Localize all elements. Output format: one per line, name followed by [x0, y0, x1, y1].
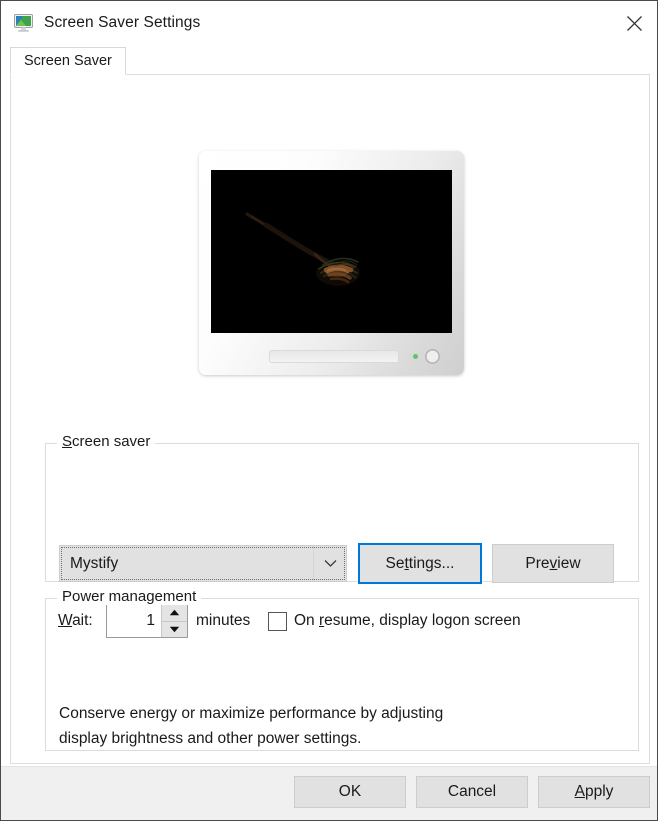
- screensaver-select-value: Mystify: [70, 554, 119, 572]
- tab-screen-saver[interactable]: Screen Saver: [10, 47, 126, 75]
- power-management-group-label: Power management: [57, 588, 202, 605]
- monitor-power-button-icon: [425, 349, 440, 364]
- preview-button-pre: Pre: [525, 554, 550, 572]
- tab-label: Screen Saver: [24, 53, 112, 69]
- screen-saver-group-label-accel: S: [62, 433, 73, 450]
- apply-button-post: pply: [584, 783, 614, 800]
- ok-button[interactable]: OK: [294, 776, 406, 808]
- apply-button-accel: A: [574, 783, 585, 800]
- settings-button-pre: Se: [385, 554, 405, 572]
- screensaver-select[interactable]: Mystify: [59, 545, 347, 582]
- power-management-description: Conserve energy or maximize performance …: [59, 701, 489, 751]
- preview-button[interactable]: Pre v iew: [492, 544, 614, 583]
- dialog-footer: OK Cancel Apply: [1, 766, 657, 820]
- power-description-line-1: Conserve energy or maximize performance …: [59, 705, 444, 722]
- tab-strip: Screen Saver: [10, 47, 650, 75]
- power-description-line-2: display brightness and other power setti…: [59, 730, 362, 747]
- monitor-screen: [211, 170, 452, 333]
- mystify-screensaver-preview: [211, 170, 452, 333]
- settings-button-post: tings...: [408, 554, 455, 572]
- tab-panel-screen-saver: Screen saver Mystify Se t tings... Pre v iew…: [10, 74, 650, 788]
- preview-button-post: iew: [557, 554, 581, 572]
- chevron-down-icon: [313, 546, 346, 581]
- cancel-button[interactable]: Cancel: [416, 776, 528, 808]
- screen-saver-group-label: Screen saver: [57, 433, 156, 450]
- window-title: Screen Saver Settings: [44, 14, 201, 31]
- screen-saver-group-label-rest: creen saver: [72, 433, 151, 450]
- close-icon[interactable]: [611, 1, 657, 45]
- monitor-icon: [13, 12, 35, 34]
- apply-button[interactable]: Apply: [538, 776, 650, 808]
- monitor-chin-slot: [269, 350, 399, 363]
- screen-saver-settings-dialog: Screen Saver Settings Screen Saver Scree…: [0, 0, 658, 821]
- titlebar: Screen Saver Settings: [1, 1, 657, 45]
- monitor-preview: [199, 151, 464, 375]
- preview-button-accel: v: [549, 554, 558, 572]
- settings-button[interactable]: Se t tings...: [358, 543, 482, 584]
- power-led-icon: [413, 354, 418, 359]
